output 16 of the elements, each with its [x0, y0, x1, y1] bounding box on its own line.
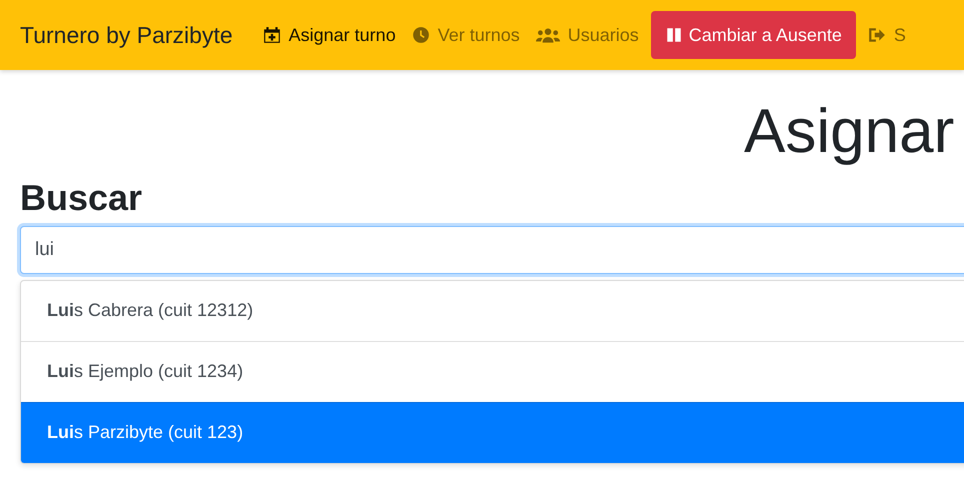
page-title: Asignar — [744, 98, 956, 166]
calendar-plus-icon — [262, 26, 281, 44]
nav-link[interactable]: Usuarios — [528, 16, 647, 54]
status-button[interactable]: Cambiar a Ausente — [650, 11, 856, 59]
pause-icon — [664, 26, 683, 44]
users-icon — [536, 26, 560, 44]
result-item[interactable]: Luis Cabrera (cuit 12312) — [21, 280, 964, 341]
search-field[interactable]: lui — [20, 226, 964, 274]
clock-icon — [412, 26, 430, 44]
nav-link[interactable]: Asignar turno — [254, 16, 404, 54]
sign-out-icon — [868, 26, 886, 44]
nav-link[interactable]: S — [860, 16, 914, 54]
nav-link[interactable]: Ver turnos — [404, 16, 528, 54]
brand-link[interactable]: Turnero by Parzibyte — [20, 22, 233, 48]
result-item[interactable]: Luis Parzibyte (cuit 123) — [21, 402, 964, 463]
search-heading: Buscar — [20, 178, 144, 218]
